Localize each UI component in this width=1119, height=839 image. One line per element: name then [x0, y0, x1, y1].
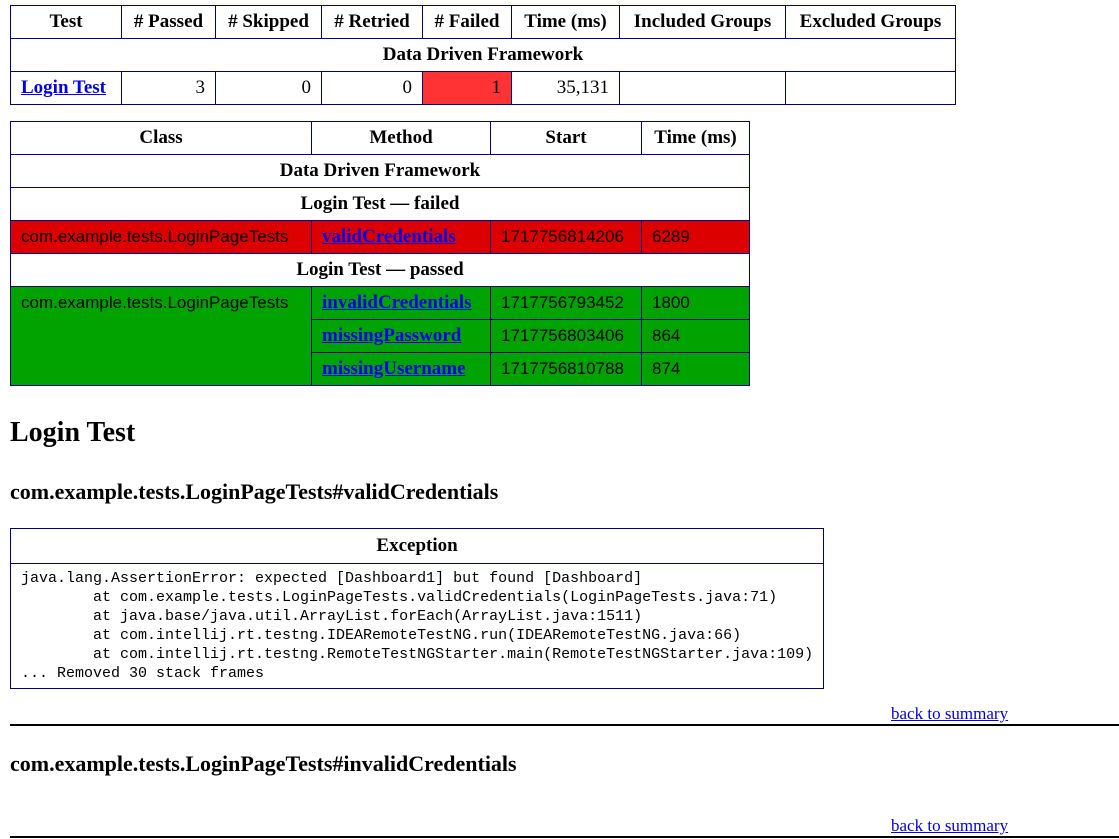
start-time: 1717756810788 [490, 352, 642, 386]
test-link[interactable]: Login Test [21, 77, 106, 98]
summary-header-row: Test # Passed # Skipped # Retried # Fail… [10, 5, 956, 39]
back-to-summary-link[interactable]: back to summary [891, 704, 1008, 724]
passed-count: 3 [121, 71, 216, 105]
col-skipped: # Skipped [215, 5, 322, 39]
divider [10, 724, 1119, 726]
methods-header-row: Class Method Start Time (ms) [10, 121, 750, 155]
summary-test-row: Login Test 3 0 0 1 35,131 [10, 71, 956, 105]
method-link-missingUsername[interactable]: missingUsername [322, 358, 466, 379]
duration: 1800 [641, 286, 750, 320]
col-method-time: Time (ms) [641, 121, 750, 155]
start-time: 1717756814206 [490, 220, 642, 254]
method-link-invalidCredentials[interactable]: invalidCredentials [322, 292, 472, 313]
col-failed: # Failed [422, 5, 512, 39]
col-passed: # Passed [121, 5, 216, 39]
exception-header-row: Exception [9, 528, 825, 564]
method-cell: missingUsername [311, 352, 491, 386]
class-name: com.example.tests.LoginPageTests [10, 220, 312, 254]
method-link-validCredentials[interactable]: validCredentials [322, 226, 456, 247]
method-title-validCredentials: com.example.tests.LoginPageTests#validCr… [10, 479, 499, 504]
time-value: 35,131 [511, 71, 620, 105]
col-test: Test [10, 5, 122, 39]
exception-header: Exception [9, 528, 825, 564]
included-groups-value [619, 71, 786, 105]
test-name-cell: Login Test [10, 71, 122, 105]
exception-body-row: java.lang.AssertionError: expected [Dash… [9, 563, 825, 689]
failed-section-row: Login Test — failed [10, 187, 750, 221]
start-time: 1717756793452 [490, 286, 642, 320]
suite-name: Data Driven Framework [10, 38, 956, 72]
methods-suite-row: Data Driven Framework [10, 154, 750, 188]
col-retried: # Retried [321, 5, 423, 39]
summary-table: Test # Passed # Skipped # Retried # Fail… [10, 5, 956, 105]
method-cell: invalidCredentials [311, 286, 491, 320]
excluded-groups-value [785, 71, 956, 105]
method-cell: missingPassword [311, 319, 491, 353]
stack-trace: java.lang.AssertionError: expected [Dash… [9, 563, 825, 689]
col-start: Start [490, 121, 642, 155]
methods-suite-name: Data Driven Framework [10, 154, 750, 188]
summary-suite-row: Data Driven Framework [10, 38, 956, 72]
passed-section-title: Login Test — passed [10, 253, 750, 287]
back-to-summary-link[interactable]: back to summary [891, 816, 1008, 836]
skipped-count: 0 [215, 71, 322, 105]
start-time: 1717756803406 [490, 319, 642, 353]
failed-count: 1 [422, 71, 512, 105]
test-title: Login Test [10, 417, 136, 448]
method-link-missingPassword[interactable]: missingPassword [322, 325, 461, 346]
col-class: Class [10, 121, 312, 155]
col-included-groups: Included Groups [619, 5, 786, 39]
duration: 874 [641, 352, 750, 386]
duration: 864 [641, 319, 750, 353]
retried-count: 0 [321, 71, 423, 105]
failed-section-title: Login Test — failed [10, 187, 750, 221]
col-method: Method [311, 121, 491, 155]
exception-table: Exception java.lang.AssertionError: expe… [9, 528, 825, 689]
methods-table: Class Method Start Time (ms) Data Driven… [10, 121, 750, 386]
passed-section-row: Login Test — passed [10, 253, 750, 287]
class-name: com.example.tests.LoginPageTests [10, 286, 312, 386]
method-cell: validCredentials [311, 220, 491, 254]
method-title-invalidCredentials: com.example.tests.LoginPageTests#invalid… [10, 751, 517, 776]
divider [10, 836, 1119, 838]
col-time: Time (ms) [511, 5, 620, 39]
duration: 6289 [641, 220, 750, 254]
col-excluded-groups: Excluded Groups [785, 5, 956, 39]
table-row: com.example.tests.LoginPageTests invalid… [10, 286, 750, 386]
table-row: com.example.tests.LoginPageTests validCr… [10, 220, 750, 254]
